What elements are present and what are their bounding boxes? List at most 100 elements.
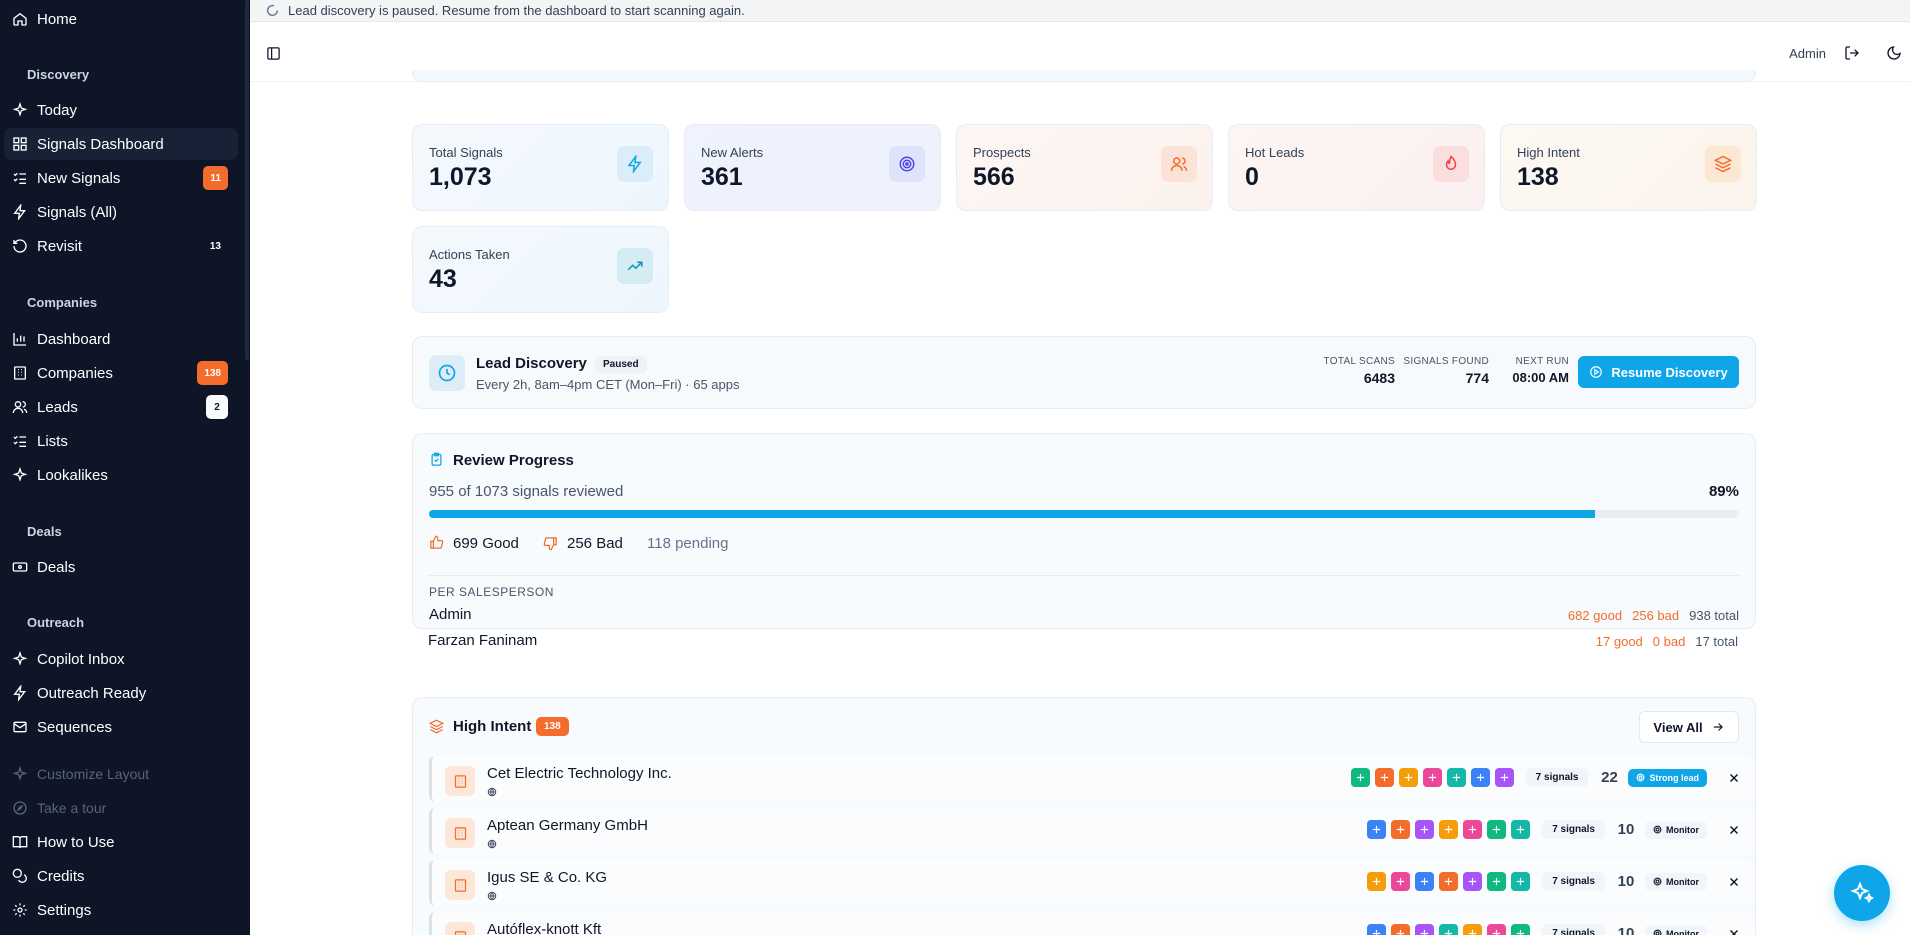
count-badge: 138 (197, 361, 228, 385)
sidebar-item-lists[interactable]: Lists (0, 425, 238, 457)
company-name[interactable]: Igus SE & Co. KG (487, 869, 607, 886)
bolt-icon (12, 204, 28, 220)
sidebar-item-leads[interactable]: Leads 2 (0, 391, 238, 423)
company-row[interactable]: Aptean Germany GmbH 7 signals 10 Monitor (429, 808, 1755, 854)
stat-card-hot-leads[interactable]: Hot Leads 0 (1228, 124, 1485, 211)
sidebar-item-settings[interactable]: Settings (0, 894, 238, 926)
target-icon (1653, 929, 1662, 935)
sidebar-item-customize-layout[interactable]: Customize Layout (0, 758, 238, 790)
signals-count-pill: 7 signals (1542, 820, 1605, 839)
total-scans-value: 6483 (1363, 370, 1395, 386)
company-row[interactable]: Cet Electric Technology Inc. 7 signals 2… (429, 756, 1755, 802)
stat-card-total-signals[interactable]: Total Signals 1,073 (412, 124, 669, 211)
sparkle-icon (12, 651, 28, 667)
status-badge: Paused (595, 356, 647, 373)
company-name[interactable]: Autóflex-knott Kft (487, 921, 601, 935)
high-intent-badge: 138 (536, 717, 569, 736)
sparkle-icon (12, 766, 28, 782)
stat-card-prospects[interactable]: Prospects 566 (956, 124, 1213, 211)
pending-count: 118 pending (647, 535, 729, 552)
building-icon (12, 365, 28, 381)
salesperson-total: 938 total (1689, 608, 1739, 623)
signal-type-icon (1398, 768, 1418, 787)
score-value: 22 (1601, 769, 1618, 786)
bad-count: 256 Bad (567, 535, 623, 552)
banknote-icon (12, 559, 28, 575)
section-discovery: Discovery (27, 67, 90, 82)
sidebar-item-label: Copilot Inbox (37, 650, 125, 668)
play-circle-icon (1589, 365, 1603, 379)
close-icon[interactable] (1727, 875, 1741, 889)
company-row[interactable]: Autóflex-knott Kft 7 signals 10 Monitor (429, 912, 1755, 935)
sidebar-item-sequences[interactable]: Sequences (0, 711, 238, 743)
users-icon (12, 399, 28, 415)
flame-icon (1433, 146, 1469, 182)
bolt-icon (617, 146, 653, 182)
sidebar-item-companies[interactable]: Companies 138 (0, 357, 238, 389)
sidebar-item-credits[interactable]: Credits (0, 860, 238, 892)
compass-icon (12, 800, 28, 816)
review-progress-card: Review Progress 955 of 1073 signals revi… (412, 433, 1756, 629)
close-icon[interactable] (1727, 771, 1741, 785)
target-icon (889, 146, 925, 182)
signal-type-icon (1511, 924, 1531, 935)
view-all-button[interactable]: View All (1639, 711, 1739, 743)
stat-card-high-intent[interactable]: High Intent 138 (1500, 124, 1757, 211)
company-name[interactable]: Aptean Germany GmbH (487, 817, 648, 834)
company-name[interactable]: Cet Electric Technology Inc. (487, 765, 672, 782)
user-name[interactable]: Admin (1789, 46, 1826, 61)
stat-value: 566 (973, 163, 1015, 191)
salesperson-row: Farzan Faninam 17 good 0 bad 17 total (428, 632, 1738, 652)
resume-discovery-button[interactable]: Resume Discovery (1578, 356, 1739, 388)
signal-type-icon (1367, 872, 1387, 891)
target-icon (1637, 773, 1645, 782)
sidebar-toggle-icon[interactable] (266, 46, 281, 61)
stat-card-new-alerts[interactable]: New Alerts 361 (684, 124, 941, 211)
sidebar-item-signals-all[interactable]: Signals (All) (0, 196, 238, 228)
sidebar-item-today[interactable]: Today (0, 94, 238, 126)
sidebar-item-deals[interactable]: Deals (0, 551, 238, 583)
globe-icon[interactable] (487, 891, 497, 901)
sidebar-item-how-to-use[interactable]: How to Use (0, 826, 238, 858)
sidebar-item-take-a-tour[interactable]: Take a tour (0, 792, 238, 824)
stat-label: Hot Leads (1245, 145, 1305, 160)
signal-type-icon (1463, 924, 1483, 935)
thumbs-down-icon (543, 536, 558, 551)
sidebar-item-lookalikes[interactable]: Lookalikes (0, 459, 238, 491)
sidebar-item-outreach-ready[interactable]: Outreach Ready (0, 677, 238, 709)
logout-icon[interactable] (1844, 45, 1860, 61)
layers-icon (1705, 146, 1741, 182)
stat-card-actions-taken[interactable]: Actions Taken 43 (412, 226, 669, 313)
sidebar-item-home[interactable]: Home (0, 3, 238, 35)
sidebar-item-new-signals[interactable]: New Signals 11 (0, 162, 238, 194)
signal-type-icon (1470, 768, 1490, 787)
globe-icon[interactable] (487, 787, 497, 797)
good-count: 699 Good (453, 535, 519, 552)
sidebar-item-label: Customize Layout (37, 766, 150, 782)
sidebar-scrollbar[interactable] (245, 0, 249, 360)
section-outreach: Outreach (27, 615, 85, 630)
view-all-label: View All (1653, 719, 1703, 735)
signal-type-icon (1511, 872, 1531, 891)
globe-icon[interactable] (487, 839, 497, 849)
sidebar-item-label: Today (37, 101, 78, 119)
close-icon[interactable] (1727, 823, 1741, 837)
sidebar-item-label: Credits (37, 867, 85, 885)
close-icon[interactable] (1727, 927, 1741, 935)
sidebar-item-revisit[interactable]: Revisit 13 (0, 230, 238, 262)
signal-type-icon (1391, 820, 1411, 839)
sidebar-item-dashboard[interactable]: Dashboard (0, 323, 238, 355)
sidebar-item-signals-dashboard[interactable]: Signals Dashboard (4, 128, 238, 160)
sidebar-item-label: Home (37, 10, 78, 28)
signal-type-icon (1439, 872, 1459, 891)
salesperson-total: 17 total (1695, 634, 1738, 649)
per-salesperson-label: PER SALESPERSON (429, 585, 554, 599)
sidebar-item-copilot-inbox[interactable]: Copilot Inbox (0, 643, 238, 675)
stat-label: Actions Taken (429, 247, 510, 262)
discovery-schedule: Every 2h, 8am–4pm CET (Mon–Fri) · 65 app… (476, 377, 740, 392)
stat-value: 1,073 (429, 163, 492, 191)
company-row[interactable]: Igus SE & Co. KG 7 signals 10 Monitor (429, 860, 1755, 906)
theme-toggle-icon[interactable] (1886, 45, 1902, 61)
sidebar-item-label: How to Use (37, 833, 115, 851)
ai-assistant-button[interactable] (1834, 865, 1890, 921)
